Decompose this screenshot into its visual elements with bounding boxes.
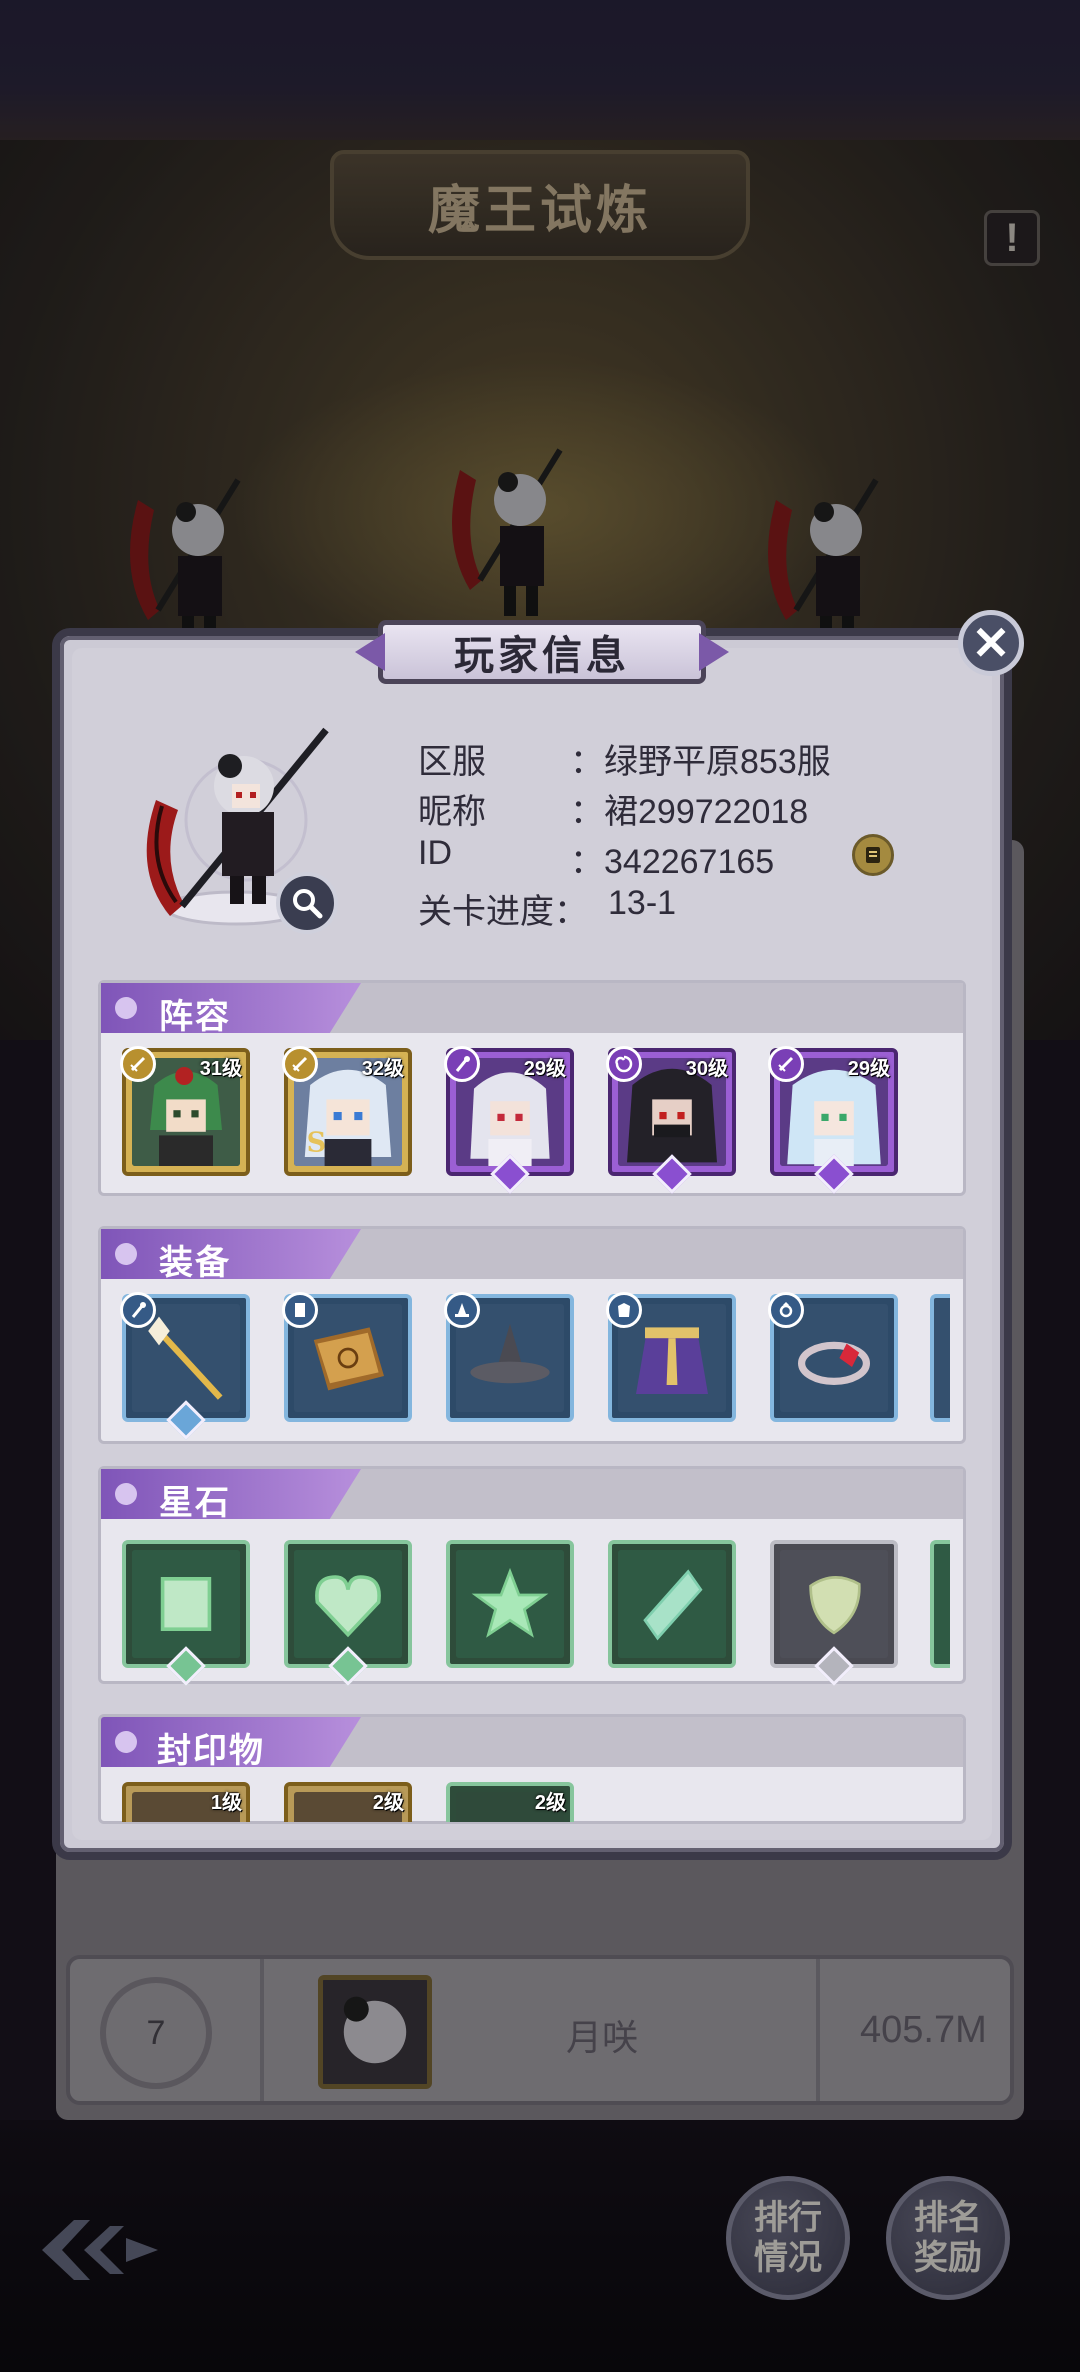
section-dot <box>115 997 137 1019</box>
magnifier-icon[interactable] <box>276 872 338 934</box>
diamond-gem-icon <box>618 1550 726 1658</box>
swirl-icon <box>606 1046 642 1082</box>
id-label: ID <box>418 834 452 872</box>
sword-icon <box>282 1046 318 1082</box>
hat-icon <box>444 1292 480 1328</box>
star-stone-slot[interactable] <box>122 1540 250 1686</box>
ring-icon <box>768 1292 804 1328</box>
section-tab: 装备 <box>101 1229 361 1279</box>
dialog-title-plate: 玩家信息 <box>378 620 706 684</box>
star-stone-slot-partial[interactable] <box>930 1540 950 1668</box>
equipment-slot[interactable] <box>282 1292 412 1422</box>
hero-level: 29级 <box>523 1058 566 1080</box>
section-tab: 星石 <box>101 1469 361 1519</box>
svg-text:S: S <box>307 1128 327 1159</box>
hero-slot[interactable]: 29级 <box>768 1046 898 1194</box>
section-dot <box>115 1731 137 1753</box>
section-dot <box>115 1243 137 1265</box>
nickname-value: ：裙299722018 <box>570 793 809 831</box>
dialog-title: 玩家信息 <box>454 634 630 678</box>
section-tab: 阵容 <box>101 983 361 1033</box>
seal-slot[interactable]: 2级 <box>284 1782 412 1822</box>
round-gem-icon <box>780 1550 888 1658</box>
sword-icon <box>120 1046 156 1082</box>
sword-icon <box>768 1046 804 1082</box>
hero-level: 29级 <box>847 1058 890 1080</box>
server-value: ：绿野平原853服 <box>570 743 831 781</box>
star-stone-slot[interactable] <box>446 1540 574 1668</box>
star-stone-slot[interactable] <box>770 1540 898 1686</box>
seal-slot[interactable]: 2级 <box>446 1782 574 1822</box>
nickname-label: 昵称 <box>418 793 486 831</box>
hero-slot[interactable]: 31级 <box>120 1046 250 1176</box>
hero-slot[interactable]: 29级 <box>444 1046 574 1194</box>
section-label: 装备 <box>159 1244 231 1282</box>
section-label: 阵容 <box>159 998 231 1036</box>
copy-icon[interactable] <box>852 834 894 876</box>
equipment-slot[interactable] <box>768 1292 898 1422</box>
equipment-slot[interactable] <box>444 1292 574 1422</box>
hero-level: 30级 <box>685 1058 728 1080</box>
seal-level: 1级 <box>210 1792 242 1814</box>
equipment-slot[interactable] <box>120 1292 250 1440</box>
close-icon[interactable]: ✕ <box>958 610 1024 676</box>
armor-icon <box>606 1292 642 1328</box>
equipment-slot-partial[interactable] <box>930 1294 950 1422</box>
staff-icon <box>120 1292 156 1328</box>
book-icon <box>282 1292 318 1328</box>
server-label: 区服 <box>418 743 486 781</box>
square-gem-icon <box>132 1550 240 1658</box>
id-value: ：342267165 <box>570 843 775 881</box>
seal-level: 2级 <box>534 1792 566 1814</box>
hero-level: 32级 <box>361 1058 404 1080</box>
heart-gem-icon <box>294 1550 402 1658</box>
hero-level: 31级 <box>199 1058 242 1080</box>
hero-slot[interactable]: S 32级 <box>282 1046 412 1176</box>
hero-slot[interactable]: 30级 <box>606 1046 736 1194</box>
stage-progress-label: 关卡进度： <box>418 893 588 931</box>
star-stone-slot[interactable] <box>608 1540 736 1668</box>
equipment-slot[interactable] <box>606 1292 736 1422</box>
stage-progress-value: 13-1 <box>608 884 677 922</box>
staff-icon <box>444 1046 480 1082</box>
section-label: 星石 <box>159 1484 231 1522</box>
seal-level: 2级 <box>372 1792 404 1814</box>
section-tab: 封印物 <box>101 1717 361 1767</box>
seal-slot[interactable]: 1级 <box>122 1782 250 1822</box>
star-gem-icon <box>456 1550 564 1658</box>
seals-row-clip: 1级 2级 2级 <box>122 1782 862 1822</box>
section-label: 封印物 <box>157 1732 265 1770</box>
section-dot <box>115 1483 137 1505</box>
star-stone-slot[interactable] <box>284 1540 412 1686</box>
